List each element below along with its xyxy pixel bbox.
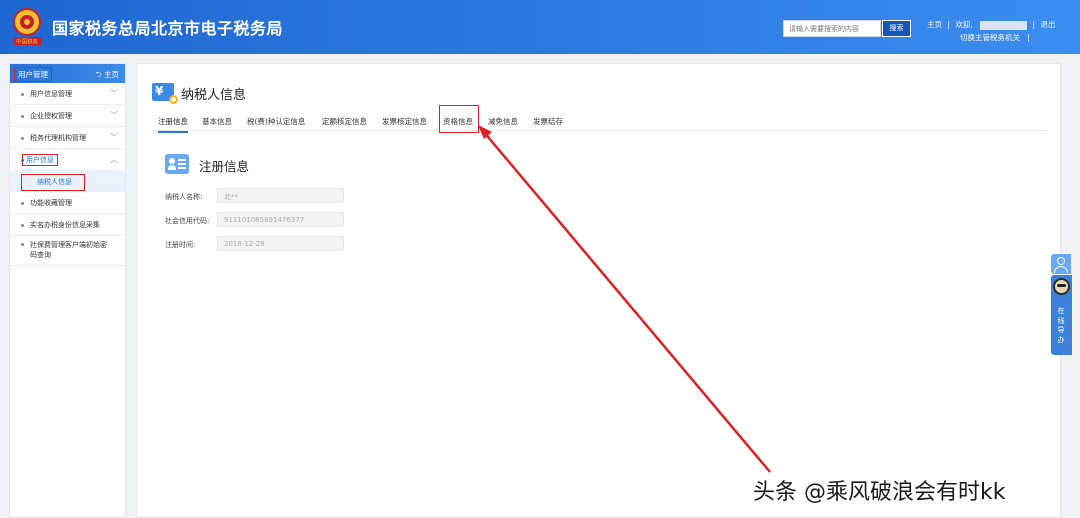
float-user-icon[interactable]: [1051, 254, 1071, 274]
site-title: 国家税务总局北京市电子税务局: [52, 19, 284, 38]
tab-bar: 注册信息 基本信息 税(费)种认定信息 定额核定信息 发票核定信息 资格信息 减…: [152, 112, 1047, 133]
welcome-text: 欢迎,: [955, 20, 973, 29]
sidebar: 用户管理 ⮌ 主页 用户信息管理 ﹀ 企业授权管理 ﹀ 税务代理机构管理 ﹀ 用…: [9, 63, 126, 518]
sidebar-header: 用户管理 ⮌ 主页: [10, 64, 125, 83]
online-help-button[interactable]: 在线导办: [1051, 275, 1072, 355]
section-title: 注册信息: [199, 159, 250, 174]
sidebar-item-realname-collect[interactable]: 实名办税身份信息采集: [10, 214, 125, 236]
sidebar-item-tax-agency[interactable]: 税务代理机构管理 ﹀: [10, 127, 125, 149]
switch-agency-link[interactable]: 切换主管税务机关: [960, 33, 1020, 42]
svg-text:中国税务: 中国税务: [16, 38, 39, 46]
chevron-down-icon: ﹀: [110, 89, 118, 98]
sidebar-subitem-taxpayer-info[interactable]: 纳税人信息: [10, 171, 125, 192]
field-value-taxpayer-name: 北**: [217, 188, 344, 203]
top-header: 中国税务 国家税务总局北京市电子税务局 搜索 主页 | 欢迎, | 退出 切换主…: [0, 0, 1080, 54]
sidebar-item-enterprise-auth[interactable]: 企业授权管理 ﹀: [10, 105, 125, 127]
tab-quota-info[interactable]: 定额核定信息: [322, 116, 367, 127]
bullet-icon: [21, 159, 24, 162]
main-panel: 纳税人信息 注册信息 基本信息 税(费)种认定信息 定额核定信息 发票核定信息 …: [136, 63, 1061, 518]
username-masked: [980, 20, 1028, 30]
chevron-up-icon: ︿: [110, 155, 118, 164]
field-value-credit-code: 911101085891476377: [217, 212, 344, 227]
sidebar-item-social-security-pwd[interactable]: 社保费管理客户端初始密码查询: [10, 236, 125, 266]
bullet-icon: [21, 93, 24, 96]
tab-exemption-info[interactable]: 减免信息: [488, 116, 518, 127]
tab-invoice-quota-info[interactable]: 发票核定信息: [382, 116, 427, 127]
sidebar-item-favorites[interactable]: 功能收藏管理: [10, 192, 125, 214]
yuan-search-icon: [152, 83, 178, 104]
agent-avatar-icon: [1053, 278, 1070, 295]
tab-invoice-balance[interactable]: 发票结存: [533, 116, 563, 127]
bullet-icon: [21, 202, 24, 205]
annotation-highlight-box: [439, 105, 479, 133]
home-arrow-icon: ⮌: [95, 70, 102, 79]
search-button[interactable]: 搜索: [882, 20, 911, 37]
watermark-text: 头条 @乘风破浪会有时kk: [753, 480, 1006, 505]
sidebar-home-link[interactable]: ⮌ 主页: [96, 69, 119, 82]
chevron-down-icon: ﹀: [110, 133, 118, 142]
online-help-label: 在线导办: [1057, 307, 1065, 344]
bullet-icon: [21, 137, 24, 140]
search-input[interactable]: [783, 20, 881, 37]
home-link[interactable]: 主页: [927, 20, 942, 29]
tab-tax-type-info[interactable]: 税(费)种认定信息: [247, 116, 305, 127]
bullet-icon: [21, 243, 24, 246]
bullet-icon: [21, 224, 24, 227]
field-label-credit-code: 社会信用代码:: [165, 217, 210, 225]
id-card-icon: [165, 154, 189, 174]
tab-basic-info[interactable]: 基本信息: [202, 116, 232, 127]
chevron-down-icon: ﹀: [110, 111, 118, 120]
logout-link[interactable]: 退出: [1040, 20, 1055, 29]
field-label-taxpayer-name: 纳税人名称:: [165, 193, 203, 201]
sidebar-item-user-info[interactable]: 用户信息 ︿: [10, 149, 125, 171]
page-title: 纳税人信息: [181, 88, 247, 103]
tax-emblem-icon: 中国税务: [13, 8, 41, 46]
bullet-icon: [21, 115, 24, 118]
field-value-registration-date: 2018-12-28: [217, 236, 344, 251]
tab-registration-info[interactable]: 注册信息: [158, 116, 188, 133]
field-label-registration-date: 注册时间:: [165, 241, 196, 249]
sidebar-item-user-info-management[interactable]: 用户信息管理 ﹀: [10, 83, 125, 105]
sidebar-title[interactable]: 用户管理: [14, 67, 52, 82]
